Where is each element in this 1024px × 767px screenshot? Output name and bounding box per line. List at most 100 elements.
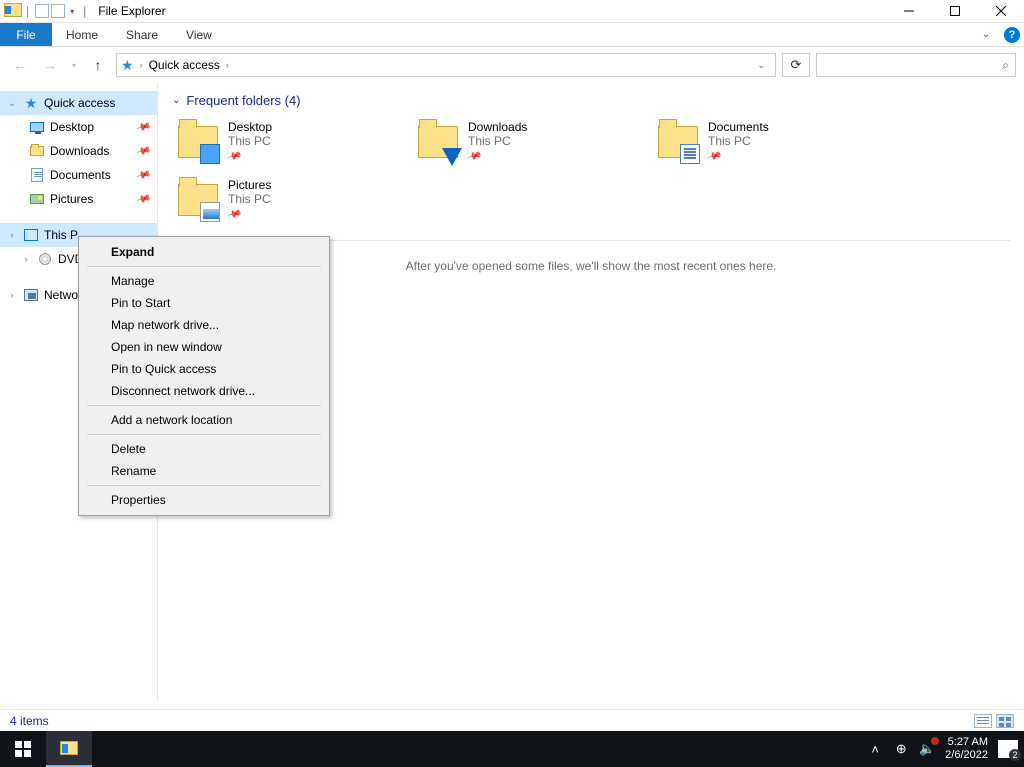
sidebar-item-label: Documents [50,168,111,182]
qat-button[interactable] [51,4,65,18]
sidebar-item-desktop[interactable]: Desktop 📌 [0,115,157,139]
nav-up-button[interactable]: ↑ [86,53,110,77]
view-icons-button[interactable] [996,714,1014,728]
address-dropdown-icon[interactable]: ⌄ [751,60,771,71]
nav-history-dropdown[interactable]: ▾ [68,61,80,70]
chevron-right-icon[interactable]: › [20,254,32,264]
maximize-button[interactable] [932,0,978,23]
folder-location: This PC [228,192,271,206]
dvd-icon [39,253,51,265]
context-menu-separator [87,485,321,486]
network-icon [24,289,38,301]
window-title: File Explorer [92,4,165,18]
minimize-button[interactable] [886,0,932,23]
pin-icon: 📌 [135,167,151,183]
document-overlay-icon [680,144,700,164]
context-menu-item[interactable]: Manage [79,270,329,292]
sidebar-item-downloads[interactable]: Downloads 📌 [0,139,157,163]
star-icon: ★ [25,95,38,112]
chevron-right-icon[interactable]: › [6,290,18,300]
sidebar-item-label: Downloads [50,144,109,158]
view-details-button[interactable] [974,714,992,728]
title-bar: | ▾ | File Explorer [0,0,1024,23]
desktop-icon [30,122,44,132]
context-menu-item[interactable]: Disconnect network drive... [79,380,329,402]
context-menu-item[interactable]: Rename [79,460,329,482]
sidebar-item-label: This P [44,228,78,242]
folder-location: This PC [228,134,272,148]
pictures-icon [30,194,44,204]
sidebar-item-label: Pictures [50,192,93,206]
nav-back-button[interactable]: ← [8,53,32,77]
qat-button[interactable] [35,4,49,18]
search-input[interactable] [823,58,1002,72]
context-menu-item[interactable]: Delete [79,438,329,460]
file-tab[interactable]: File [0,23,52,46]
sidebar-item-pictures[interactable]: Pictures 📌 [0,187,157,211]
breadcrumb[interactable]: Quick access [149,58,220,72]
pin-icon: 📌 [706,149,722,165]
sidebar-item-label: Netwo [44,288,78,302]
tab-home[interactable]: Home [52,23,112,46]
explorer-icon [60,741,78,755]
pin-icon: 📌 [135,143,151,159]
picture-overlay-icon [200,202,220,222]
folder-tile-documents[interactable]: Documents This PC 📌 [652,116,852,174]
context-menu-item[interactable]: Pin to Start [79,292,329,314]
sidebar-item-documents[interactable]: Documents 📌 [0,163,157,187]
pin-icon: 📌 [226,149,242,165]
context-menu-separator [87,266,321,267]
tray-chevron-up-icon[interactable]: ˄ [867,741,883,757]
context-menu-item[interactable]: Expand [79,241,329,263]
folder-name: Documents [708,120,769,134]
folder-name: Downloads [468,120,527,134]
group-header-frequent[interactable]: ⌄ Frequent folders (4) [172,93,1010,108]
folder-tile-downloads[interactable]: Downloads This PC 📌 [412,116,612,174]
context-menu-item[interactable]: Pin to Quick access [79,358,329,380]
desktop-overlay-icon [200,144,220,164]
pin-icon: 📌 [466,149,482,165]
explorer-app-icon [4,3,20,19]
sidebar-item-label: Desktop [50,120,94,134]
address-bar[interactable]: ★ › Quick access › ⌄ [116,53,776,77]
folder-location: This PC [468,134,527,148]
tab-share[interactable]: Share [112,23,172,46]
chevron-down-icon: ⌄ [172,95,180,106]
pin-icon: 📌 [135,119,151,135]
notification-badge: 2 [1009,749,1021,761]
folder-icon [30,146,44,156]
ribbon-collapse-icon[interactable]: ⌄ [972,23,1000,46]
close-button[interactable] [978,0,1024,23]
context-menu-item[interactable]: Add a network location [79,409,329,431]
tray-network-icon[interactable]: ⊕ [893,741,909,757]
folder-tile-pictures[interactable]: Pictures This PC 📌 [172,174,372,232]
search-box[interactable]: ⌕ [816,53,1016,77]
tab-view[interactable]: View [172,23,226,46]
context-menu-item[interactable]: Properties [79,489,329,511]
sidebar-item-quick-access[interactable]: ⌄ ★ Quick access [0,91,157,115]
qat-dropdown-icon[interactable]: ▾ [67,4,77,18]
separator: | [22,4,33,18]
download-arrow-icon [442,148,462,166]
document-icon [31,168,43,182]
refresh-button[interactable]: ⟳ [782,53,810,77]
help-button[interactable]: ? [1000,23,1024,46]
context-menu-item[interactable]: Map network drive... [79,314,329,336]
pc-icon [24,229,38,241]
chevron-down-icon[interactable]: ⌄ [6,98,18,109]
folder-tile-desktop[interactable]: Desktop This PC 📌 [172,116,372,174]
taskbar-explorer-button[interactable] [46,731,92,767]
tray-clock[interactable]: 5:27 AM 2/6/2022 [945,736,988,762]
context-menu: Expand ManagePin to StartMap network driv… [78,236,330,516]
nav-forward-button[interactable]: → [38,53,62,77]
nav-row: ← → ▾ ↑ ★ › Quick access › ⌄ ⟳ ⌕ [0,47,1024,83]
tray-volume-muted-icon[interactable]: 🔈 [919,741,935,757]
action-center-button[interactable]: 2 [998,740,1018,758]
chevron-right-icon[interactable]: › [6,230,18,240]
windows-logo-icon [15,741,31,757]
status-item-count: 4 items [10,714,49,728]
context-menu-item[interactable]: Open in new window [79,336,329,358]
start-button[interactable] [0,731,46,767]
help-icon: ? [1004,27,1020,43]
search-icon: ⌕ [1002,58,1009,73]
